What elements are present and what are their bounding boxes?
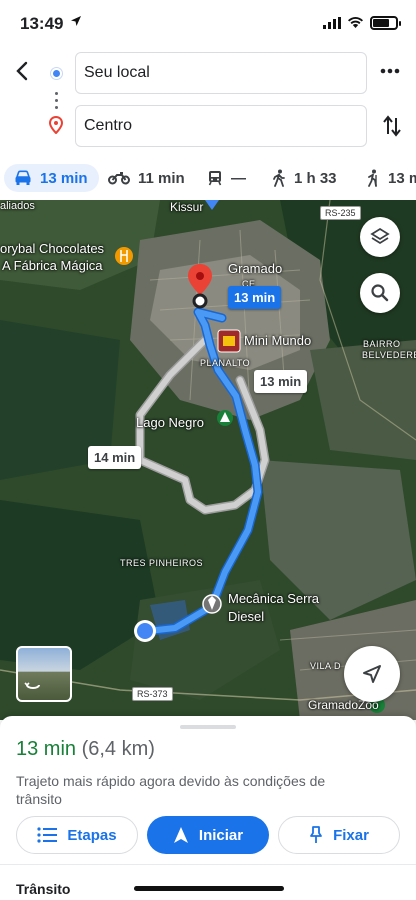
origin-field[interactable]: Seu local <box>75 52 367 94</box>
mode-walk[interactable]: 1 h 33 <box>272 164 337 192</box>
back-arrow-icon[interactable] <box>12 60 34 82</box>
street-view-thumbnail[interactable] <box>16 646 72 702</box>
recenter-button[interactable] <box>344 646 400 702</box>
location-arrow-icon <box>71 16 81 26</box>
navigation-start-icon <box>173 827 188 843</box>
start-button[interactable]: Iniciar <box>147 816 269 854</box>
map-label-chocolates-line2: A Fábrica Mágica <box>2 258 103 273</box>
mode-car[interactable]: 13 min <box>4 164 99 192</box>
route-distance: (6,4 km) <box>81 738 155 760</box>
sheet-divider <box>0 864 416 865</box>
travel-modes-bar: 13 min 11 min — 1 h 33 13 m <box>0 158 416 200</box>
navigation-arrow-icon <box>363 665 381 683</box>
map-label-gramado: Gramado <box>228 261 283 276</box>
signal-icon <box>323 17 341 29</box>
map-label-mecanica-line1: Mecânica Serra <box>228 591 320 606</box>
transit-icon <box>208 171 222 186</box>
status-bar: 13:49 <box>0 0 416 48</box>
mode-car-label: 13 min <box>40 169 88 187</box>
road-sign-rs235: RS-235 <box>320 206 361 220</box>
search-button[interactable] <box>360 273 400 313</box>
pin-button[interactable]: Fixar <box>278 816 400 854</box>
pin-icon <box>310 826 322 843</box>
map-label-bairro: BAIRRO <box>363 339 401 349</box>
route-label-alt-2[interactable]: 14 min <box>88 446 142 469</box>
pin-label: Fixar <box>333 826 369 844</box>
layers-icon <box>370 227 390 245</box>
route-connector-icon <box>55 92 59 113</box>
traffic-section-label: Trânsito <box>16 881 71 897</box>
route-bottom-sheet: 13 min (6,4 km) Trajeto mais rápido agor… <box>0 716 416 900</box>
motorcycle-icon <box>108 172 130 185</box>
origin-dot-icon <box>51 68 62 79</box>
route-summary: 13 min (6,4 km) <box>16 738 155 761</box>
map-label-mini-mundo: Mini Mundo <box>244 333 312 348</box>
street-view-icon <box>24 682 40 689</box>
map-label-planalto: PLANALTO <box>200 358 251 368</box>
map-view[interactable]: aliados Kissur RS-235 orybal Chocolates … <box>0 200 416 720</box>
mode-transit[interactable]: — <box>207 164 246 192</box>
list-icon <box>37 827 58 843</box>
battery-icon <box>370 16 401 30</box>
map-label-aliados: aliados <box>0 200 35 212</box>
mode-motorcycle-label: 11 min <box>138 169 185 187</box>
status-time: 13:49 <box>20 14 64 33</box>
steps-label: Etapas <box>67 826 117 844</box>
route-note: Trajeto mais rápido agora devido às cond… <box>16 773 326 807</box>
layers-button[interactable] <box>360 217 400 257</box>
destination-pin-icon <box>49 116 63 134</box>
map-label-belvedere: BELVEDERE <box>362 350 416 360</box>
road-sign-rs373: RS-373 <box>132 687 173 701</box>
steps-button[interactable]: Etapas <box>16 816 138 854</box>
mode-wheelchair-label: 13 m <box>388 169 416 187</box>
mode-transit-label: — <box>231 169 246 187</box>
walk-icon <box>273 169 285 187</box>
directions-header: Seu local Centro <box>0 48 416 158</box>
destination-field[interactable]: Centro <box>75 105 367 147</box>
swap-icon[interactable] <box>382 114 402 138</box>
map-label-mecanica-line2: Diesel <box>228 609 265 624</box>
more-options-icon[interactable] <box>380 68 400 74</box>
map-label-vila-do: VILA D <box>310 661 342 671</box>
wifi-icon <box>348 17 363 28</box>
search-icon <box>371 284 389 302</box>
mode-walk-label: 1 h 33 <box>294 169 337 187</box>
mode-motorcycle[interactable]: 11 min <box>108 164 185 192</box>
map-label-chocolates-line1: orybal Chocolates <box>0 241 105 256</box>
satellite-terrain <box>0 200 416 720</box>
route-label-primary[interactable]: 13 min <box>228 286 282 309</box>
car-icon <box>15 170 31 185</box>
mode-wheelchair[interactable]: 13 m <box>366 164 416 192</box>
home-indicator[interactable] <box>134 886 284 891</box>
route-duration: 13 min <box>16 738 77 760</box>
wheelchair-icon <box>368 169 377 187</box>
map-label-lago-negro: Lago Negro <box>136 415 204 430</box>
route-label-alt-1[interactable]: 13 min <box>254 370 308 393</box>
map-label-kissur: Kissur <box>170 200 204 214</box>
sheet-drag-handle[interactable] <box>180 725 236 729</box>
start-label: Iniciar <box>198 826 244 844</box>
map-label-tres-pinheiros: TRES PINHEIROS <box>120 558 204 568</box>
